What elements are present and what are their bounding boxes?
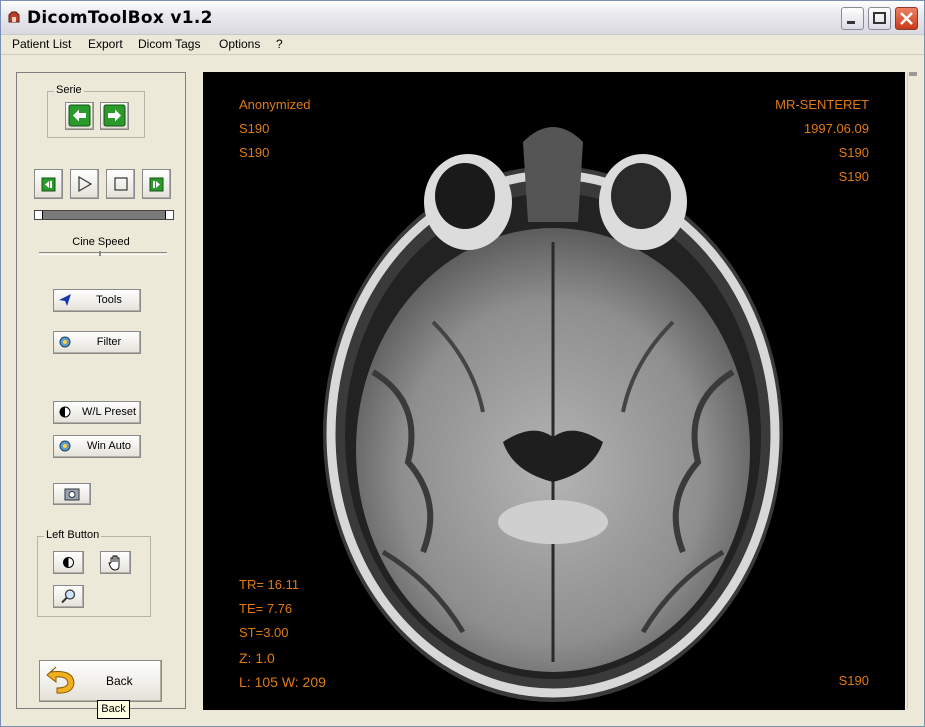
vertical-scrollbar[interactable]	[907, 72, 917, 709]
wl-preset-label: W/L Preset	[82, 406, 136, 418]
menu-help[interactable]: ?	[276, 37, 283, 51]
tools-label: Tools	[96, 294, 122, 306]
fast-forward-icon	[149, 177, 164, 192]
overlay-top-right-3: S190	[838, 145, 869, 160]
overlay-tr: TR= 16.11	[239, 577, 300, 592]
overlay-te: TE= 7.76	[239, 601, 293, 616]
filter-label: Filter	[96, 336, 122, 348]
left-button-group: Left Button	[37, 529, 151, 617]
hand-icon	[108, 555, 120, 571]
left-button-label: Left Button	[44, 529, 102, 541]
contrast-mode-icon	[63, 557, 74, 568]
zoom-mode-button[interactable]	[53, 585, 84, 608]
cursor-arrow-icon	[59, 294, 71, 306]
serie-group: Serie	[47, 84, 145, 138]
win-auto-label: Win Auto	[86, 440, 132, 452]
maximize-icon	[873, 12, 886, 24]
maximize-button[interactable]	[868, 7, 891, 30]
back-button[interactable]: Back	[39, 660, 162, 702]
previous-serie-button[interactable]	[65, 102, 94, 130]
close-icon	[900, 12, 913, 25]
overlay-window-level: L: 105 W: 209	[239, 674, 326, 690]
mri-axial-brain-image	[323, 127, 783, 702]
cine-speed-slider[interactable]	[39, 251, 167, 256]
filter-button[interactable]: Filter	[53, 331, 141, 354]
close-button[interactable]	[895, 7, 918, 30]
cine-speed-thumb[interactable]	[99, 251, 101, 256]
first-image-button[interactable]	[34, 169, 63, 199]
auto-gear-icon	[59, 440, 71, 452]
app-window: DicomToolBox v1.2 Patient List Export Di…	[0, 0, 925, 727]
menu-bar: Patient List Export Dicom Tags Options ?	[1, 35, 924, 55]
pan-mode-button[interactable]	[100, 551, 131, 574]
arrow-left-icon	[68, 104, 91, 127]
arrow-right-icon	[103, 104, 126, 127]
tools-button[interactable]: Tools	[53, 289, 141, 312]
stop-icon	[114, 177, 128, 191]
overlay-institution: MR-SENTERET	[775, 97, 869, 112]
overlay-bottom-right: S190	[838, 673, 869, 688]
overlay-study-date: 1997.06.09	[803, 121, 869, 136]
slider-end-handle[interactable]	[165, 211, 173, 219]
camera-icon	[64, 488, 80, 501]
title-bar[interactable]: DicomToolBox v1.2	[1, 1, 924, 35]
snapshot-button[interactable]	[53, 483, 91, 505]
back-label: Back	[106, 674, 133, 688]
menu-export[interactable]: Export	[88, 37, 123, 51]
next-serie-button[interactable]	[100, 102, 129, 130]
last-image-button[interactable]	[142, 169, 171, 199]
control-panel: Serie Cine Speed Tools Filter W/L Preset…	[16, 72, 186, 709]
minimize-icon	[847, 21, 855, 24]
menu-options[interactable]: Options	[219, 37, 260, 51]
menu-patient-list[interactable]: Patient List	[12, 37, 71, 51]
image-slider[interactable]	[34, 210, 174, 220]
image-viewer[interactable]: Anonymized S190 S190 MR-SENTERET 1997.06…	[203, 72, 905, 710]
overlay-top-left-3: S190	[239, 145, 270, 160]
app-icon	[8, 11, 20, 23]
back-arrow-icon	[46, 666, 75, 694]
filter-gear-icon	[59, 336, 71, 348]
slider-start-handle[interactable]	[35, 211, 43, 219]
back-tooltip: Back	[97, 700, 130, 719]
window-level-mode-button[interactable]	[53, 551, 84, 574]
minimize-button[interactable]	[841, 7, 864, 30]
overlay-patient-name: Anonymized	[239, 97, 311, 112]
wl-preset-button[interactable]: W/L Preset	[53, 401, 141, 424]
overlay-top-left-2: S190	[239, 121, 270, 136]
overlay-top-right-4: S190	[838, 169, 869, 184]
stop-button[interactable]	[106, 169, 135, 199]
cine-speed-label: Cine Speed	[72, 236, 130, 248]
window-title: DicomToolBox v1.2	[27, 8, 213, 28]
rewind-icon	[41, 177, 56, 192]
play-button[interactable]	[70, 169, 99, 199]
scrollbar-thumb[interactable]	[909, 72, 917, 76]
win-auto-button[interactable]: Win Auto	[53, 435, 141, 458]
contrast-icon	[59, 406, 71, 418]
overlay-zoom: Z: 1.0	[239, 650, 275, 666]
magnifier-icon	[61, 589, 76, 604]
play-icon	[78, 175, 93, 193]
serie-label: Serie	[54, 84, 84, 96]
overlay-slice-thickness: ST=3.00	[239, 625, 289, 640]
menu-dicom-tags[interactable]: Dicom Tags	[138, 37, 200, 51]
